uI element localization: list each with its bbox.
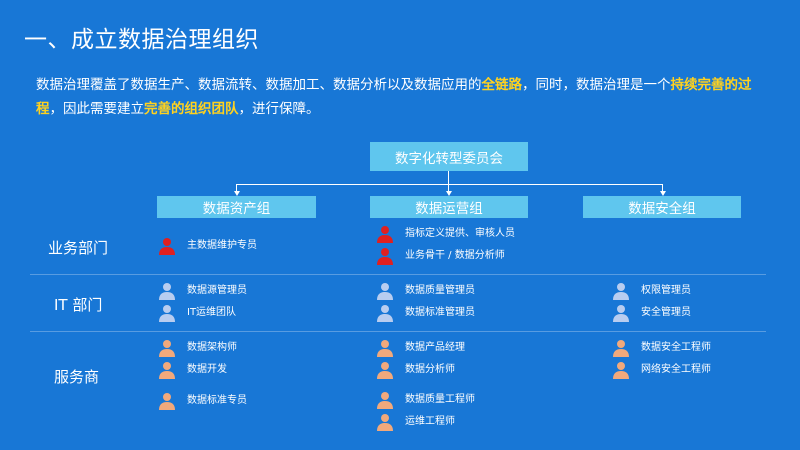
role-label: 数据质量管理员 <box>405 285 475 296</box>
person-icon <box>376 282 394 300</box>
role-label: 主数据维护专员 <box>187 240 257 251</box>
person-icon <box>158 392 176 410</box>
role-label: 运维工程师 <box>405 416 455 427</box>
role-label: 数据分析师 <box>405 364 455 375</box>
role-label: IT运维团队 <box>187 307 237 318</box>
intro-highlight: 持续完善的过 <box>670 77 752 93</box>
row-label-it: IT 部门 <box>54 296 103 314</box>
intro-text: ，同时，数据治理是一个 <box>522 77 671 93</box>
person-icon <box>612 304 630 322</box>
person-icon <box>376 413 394 431</box>
person-icon <box>612 339 630 357</box>
row-label-vendor: 服务商 <box>54 368 100 386</box>
person-icon <box>376 391 394 409</box>
person-icon <box>612 282 630 300</box>
role-label: 数据标准专员 <box>187 395 247 406</box>
person-icon <box>158 304 176 322</box>
role-label: 数据开发 <box>187 364 227 375</box>
row-label-business: 业务部门 <box>48 239 109 257</box>
intro-text: 数据治理覆盖了数据生产、数据流转、数据加工、数据分析以及数据应用的 <box>36 77 482 93</box>
role-label: 数据标准管理员 <box>405 307 475 318</box>
intro-text: ，因此需要建立 <box>49 101 145 117</box>
person-icon <box>376 225 394 243</box>
person-icon <box>612 361 630 379</box>
role-label: 业务骨干 / 数据分析师 <box>405 250 505 261</box>
person-icon <box>158 339 176 357</box>
role-label: 数据安全工程师 <box>641 342 711 353</box>
group-box-asset: 数据资产组 <box>157 196 316 218</box>
connector-line <box>236 184 663 185</box>
intro-text: ，进行保障。 <box>238 101 320 117</box>
role-label: 数据源管理员 <box>187 285 247 296</box>
intro-paragraph: 数据治理覆盖了数据生产、数据流转、数据加工、数据分析以及数据应用的全链路，同时，… <box>36 73 766 121</box>
role-label: 权限管理员 <box>641 285 691 296</box>
role-label: 指标定义提供、审核人员 <box>405 228 515 239</box>
role-label: 安全管理员 <box>641 307 691 318</box>
person-icon <box>376 339 394 357</box>
intro-highlight: 程 <box>36 101 50 117</box>
row-divider <box>30 274 766 275</box>
row-divider <box>30 331 766 332</box>
role-label: 数据质量工程师 <box>405 394 475 405</box>
connector-line <box>448 171 449 184</box>
person-icon <box>376 361 394 379</box>
person-icon <box>376 304 394 322</box>
group-box-ops: 数据运营组 <box>370 196 528 218</box>
intro-highlight: 全链路 <box>481 77 523 93</box>
role-label: 网络安全工程师 <box>641 364 711 375</box>
person-icon <box>158 361 176 379</box>
person-icon <box>158 282 176 300</box>
intro-highlight: 完善的组织团队 <box>144 101 239 117</box>
role-label: 数据架构师 <box>187 342 237 353</box>
committee-box: 数字化转型委员会 <box>370 142 528 171</box>
person-icon <box>376 247 394 265</box>
person-icon <box>158 237 176 255</box>
page-title: 一、成立数据治理组织 <box>24 27 259 53</box>
role-label: 数据产品经理 <box>405 342 465 353</box>
group-box-security: 数据安全组 <box>583 196 741 218</box>
